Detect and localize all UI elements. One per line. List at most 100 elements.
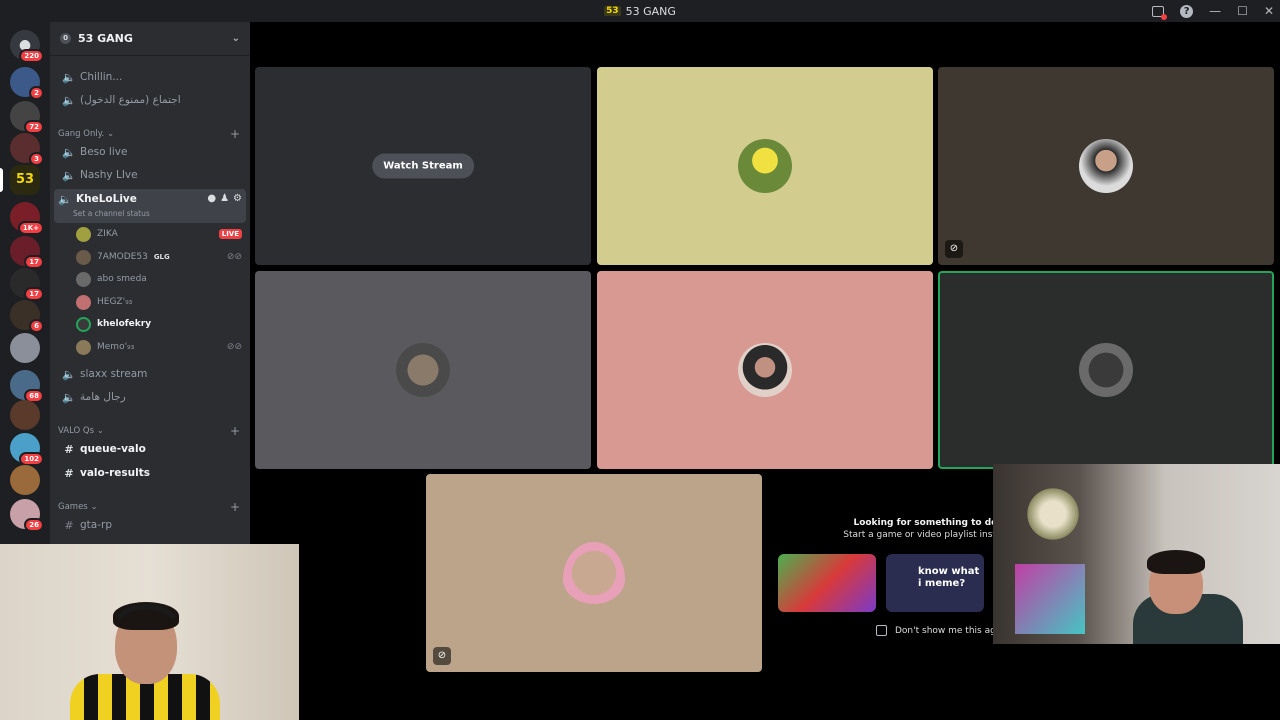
video-tile[interactable] (597, 271, 933, 469)
activity-card-meme[interactable]: know what i meme? (886, 554, 984, 612)
hash-icon: # (64, 442, 74, 456)
guild-item[interactable] (10, 400, 40, 430)
chevron-down-icon: ⌄ (96, 426, 104, 436)
guild-item[interactable]: 26 (10, 499, 44, 532)
guild-item[interactable]: 17 (10, 236, 44, 269)
voice-channel[interactable]: 🔈 Beso live (58, 141, 244, 163)
user-tag: GLG (153, 253, 170, 261)
invite-icon[interactable]: ♟ (220, 193, 229, 204)
channel-name: Nashy LIve (80, 169, 138, 181)
video-tile[interactable] (597, 67, 933, 265)
maximize-button[interactable]: ☐ (1237, 4, 1248, 18)
video-tile[interactable] (255, 271, 591, 469)
hash-icon: # (64, 518, 74, 532)
guild-badge: 102 (19, 452, 44, 466)
guild-item[interactable]: 2 (10, 67, 44, 100)
guild-badge: 2 (29, 86, 44, 100)
add-channel-icon[interactable]: + (230, 424, 240, 438)
voice-channel-active[interactable]: 🔈 KheLoLive Set a channel status ● ♟ ⚙ (54, 189, 246, 223)
server-name: 53 GANG (78, 32, 133, 45)
voice-user[interactable]: HEGZ'₉₃ (76, 292, 242, 312)
guild-item[interactable]: 6 (10, 300, 44, 333)
voice-channel[interactable]: 🔈 Chillin... (58, 66, 244, 88)
guild-item[interactable]: 102 (10, 433, 44, 466)
user-name: Memo'₉₃ (97, 342, 135, 352)
channel-name: Beso live (80, 146, 128, 158)
voice-channel[interactable]: 🔈 اجتماع (ممنوع الدخول) (58, 89, 244, 111)
text-channel[interactable]: # gta-rp (58, 514, 244, 536)
channel-name: valo-results (80, 467, 150, 479)
guild-item[interactable]: 1K+ (10, 202, 44, 235)
activity-card-game[interactable] (778, 554, 876, 612)
guild-badge: 1K+ (17, 221, 44, 235)
guild-icon: 53 (10, 165, 40, 195)
guild-badge: 3 (29, 152, 44, 166)
voice-user[interactable]: abo smeda (76, 269, 242, 289)
guild-item[interactable]: 3 (10, 133, 44, 166)
text-channel[interactable]: # valo-results (58, 462, 244, 484)
guild-badge: 17 (24, 255, 44, 269)
hash-icon: # (64, 466, 74, 480)
guild-item[interactable] (10, 465, 40, 495)
category-valo-qs[interactable]: VALO Qs ⌄ + (58, 424, 244, 438)
chat-icon[interactable]: ● (207, 193, 216, 204)
help-icon[interactable]: ? (1180, 4, 1194, 18)
guild-item-53-gang[interactable]: 53 (0, 165, 40, 195)
channel-status[interactable]: Set a channel status (73, 209, 150, 218)
video-tile-speaking[interactable] (938, 271, 1274, 469)
guild-home[interactable]: ● 220 (10, 30, 44, 63)
dont-show-option[interactable]: Don't show me this again (876, 625, 1010, 636)
guild-item[interactable]: 17 (10, 268, 44, 301)
add-channel-icon[interactable]: + (230, 500, 240, 514)
gear-icon[interactable]: ⚙ (233, 193, 242, 204)
server-header[interactable]: 0 53 GANG ⌄ (50, 22, 250, 56)
chevron-down-icon[interactable]: ⌄ (232, 33, 240, 44)
channel-name: Chillin... (80, 71, 123, 83)
category-label: VALO Qs (58, 426, 95, 436)
webcam-overlay-right (993, 464, 1280, 644)
video-tile[interactable]: ⊘ (938, 67, 1274, 265)
text-channel[interactable]: # queue-valo (58, 438, 244, 460)
server-logo-icon: 53 (604, 6, 621, 16)
live-badge: LIVE (218, 229, 242, 239)
user-name: khelofekry (97, 319, 152, 329)
voice-channel[interactable]: 🔈 رجال هامة (58, 386, 244, 408)
guild-item[interactable]: 72 (10, 101, 44, 134)
voice-user[interactable]: 7AMODE53 GLG ⊘⊘ (76, 247, 242, 267)
video-tile-stream[interactable]: Watch Stream (255, 67, 591, 265)
channel-name: KheLoLive (76, 193, 137, 205)
channel-name: queue-valo (80, 443, 146, 455)
voice-user[interactable]: Memo'₉₃ ⊘⊘ (76, 337, 242, 357)
voice-user[interactable]: khelofekry (76, 314, 242, 334)
channel-name: slaxx stream (80, 368, 148, 380)
guild-badge: 17 (24, 287, 44, 301)
minimize-button[interactable]: — (1209, 4, 1221, 18)
guild-badge: 26 (24, 518, 44, 532)
category-label: Games (58, 502, 88, 512)
watch-stream-button[interactable]: Watch Stream (372, 153, 474, 179)
voice-channel[interactable]: 🔈 Nashy LIve (58, 164, 244, 186)
voice-channel[interactable]: 🔈 slaxx stream (58, 363, 244, 385)
inbox-icon[interactable] (1152, 5, 1168, 20)
plant-decoration (1023, 484, 1083, 544)
add-channel-icon[interactable]: + (230, 127, 240, 141)
checkbox[interactable] (876, 625, 887, 636)
voice-user[interactable]: ZIKA LIVE (76, 224, 242, 244)
category-gang-only[interactable]: Gang Only. ⌄ + (58, 127, 244, 141)
muted-icon: ⊘ (433, 647, 451, 665)
muted-icon: ⊘⊘ (226, 342, 242, 352)
avatar (76, 294, 91, 310)
category-games[interactable]: Games ⌄ + (58, 500, 244, 514)
avatar (1079, 343, 1133, 397)
guild-item[interactable]: 68 (10, 370, 44, 403)
chevron-down-icon: ⌄ (106, 129, 115, 139)
guild-item[interactable] (10, 333, 40, 363)
speaker-icon: 🔈 (62, 168, 76, 182)
speaker-icon: 🔈 (62, 70, 76, 84)
avatar (76, 226, 91, 242)
webcam-overlay-left (0, 544, 299, 720)
avatar-heart-frame (563, 542, 625, 604)
guild-badge: 220 (19, 49, 44, 63)
close-button[interactable]: ✕ (1264, 4, 1274, 18)
video-tile[interactable]: ⊘ (426, 474, 762, 672)
